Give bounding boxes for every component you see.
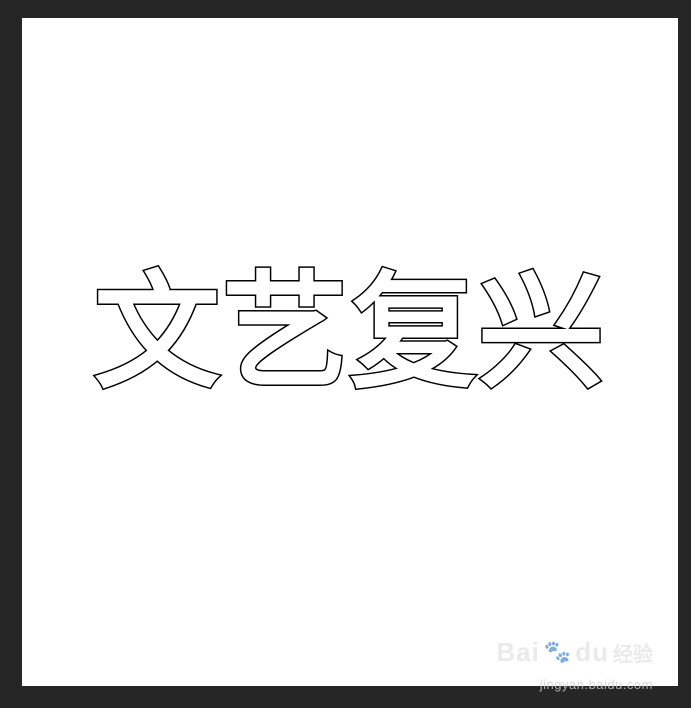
document-canvas[interactable]: 文艺复兴 (22, 18, 678, 686)
outline-text: 文艺复兴 (93, 259, 606, 406)
